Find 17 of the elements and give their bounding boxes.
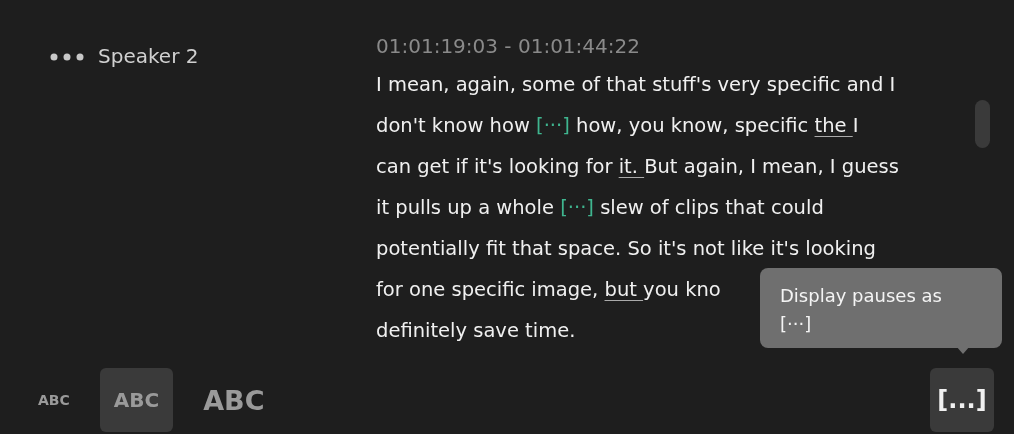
transcript-line: don't know how [···] how, you know, specific the I [376, 113, 859, 139]
transcript-line: I mean, again, some of that stuff's very specific and I [376, 72, 896, 98]
transcript-line: potentially fit that space. So it's not like it's looking [376, 236, 876, 262]
text-size-button[interactable]: ABC [99, 368, 174, 432]
transcript-line: it pulls up a whole [···] slew of clips that could [376, 195, 824, 221]
more-icon[interactable] [50, 53, 84, 61]
pause-display-button[interactable]: [...] [930, 368, 994, 432]
tooltip: Display pauses as [···] [760, 268, 1002, 348]
text-size-button[interactable]: ABC [189, 368, 279, 432]
transcript-line: can get if it's looking for it. But again, I mean, I guess [376, 154, 899, 180]
tooltip-pointer [956, 346, 970, 354]
timecode: 01:01:19:03 - 01:01:44:22 [376, 34, 641, 58]
scrollbar-thumb[interactable] [975, 100, 990, 148]
speaker-name: Speaker 2 [98, 44, 199, 68]
transcript-line: for one specific image, but you kno [376, 277, 721, 303]
transcript-line: definitely save time. [376, 318, 576, 344]
text-size-button[interactable]: ABC [24, 368, 84, 432]
